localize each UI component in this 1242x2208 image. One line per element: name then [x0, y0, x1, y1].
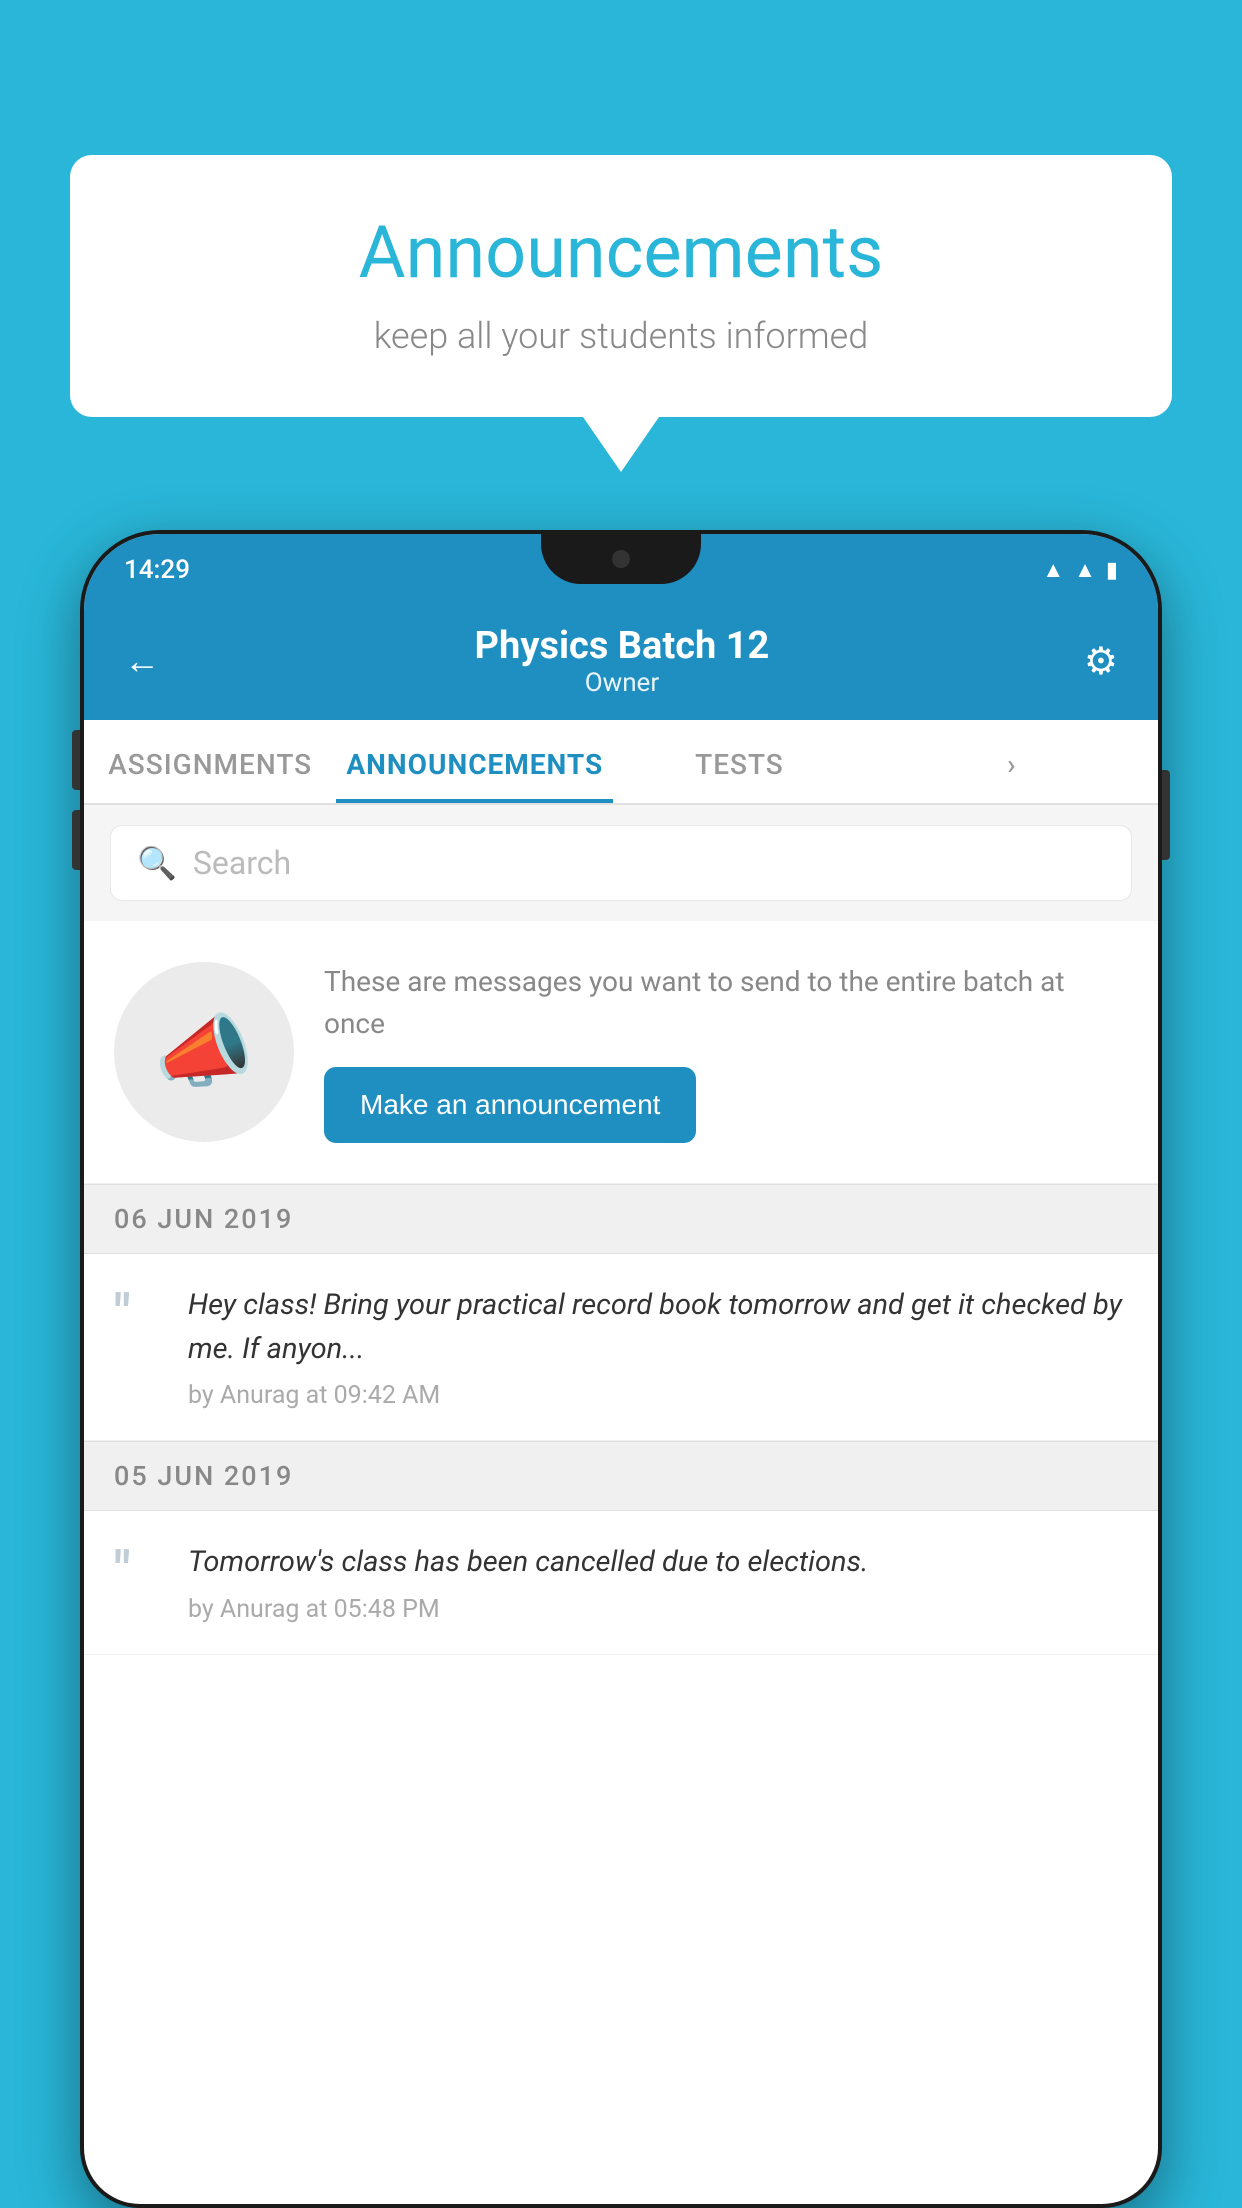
tab-more[interactable]: ›	[866, 720, 1158, 803]
status-icons: ▲ ▲ ▮	[1042, 557, 1118, 583]
search-container: 🔍 Search	[84, 805, 1158, 921]
announcement-description: These are messages you want to send to t…	[324, 961, 1128, 1045]
announcement-message-2: Tomorrow's class has been cancelled due …	[188, 1541, 868, 1585]
status-bar: 14:29 ▲ ▲ ▮	[84, 534, 1158, 606]
announcement-content-2: Tomorrow's class has been cancelled due …	[188, 1541, 868, 1624]
back-button[interactable]: ←	[124, 640, 160, 682]
announcement-content-1: Hey class! Bring your practical record b…	[188, 1284, 1128, 1410]
announcement-prompt: 📣 These are messages you want to send to…	[84, 921, 1158, 1184]
volume-up-button[interactable]	[72, 730, 80, 790]
speech-bubble-tail	[583, 417, 659, 472]
status-time: 14:29	[124, 555, 190, 585]
make-announcement-button[interactable]: Make an announcement	[324, 1067, 696, 1143]
announcement-meta-1: by Anurag at 09:42 AM	[188, 1381, 1128, 1410]
speech-bubble: Announcements keep all your students inf…	[70, 155, 1172, 417]
speech-bubble-title: Announcements	[130, 210, 1112, 295]
speech-bubble-container: Announcements keep all your students inf…	[70, 155, 1172, 472]
notch	[541, 534, 701, 584]
volume-down-button[interactable]	[72, 810, 80, 870]
app-header: ← Physics Batch 12 Owner ⚙	[84, 606, 1158, 720]
signal-icon: ▲	[1074, 557, 1096, 583]
quote-icon-2: "	[114, 1545, 164, 1597]
megaphone-icon: 📣	[154, 1005, 254, 1099]
megaphone-circle: 📣	[114, 962, 294, 1142]
quote-icon-1: "	[114, 1288, 164, 1340]
announcement-meta-2: by Anurag at 05:48 PM	[188, 1595, 868, 1624]
tab-tests[interactable]: TESTS	[613, 720, 865, 803]
tab-assignments[interactable]: ASSIGNMENTS	[84, 720, 336, 803]
power-button[interactable]	[1162, 770, 1170, 860]
search-box[interactable]: 🔍 Search	[110, 825, 1132, 901]
header-title-group: Physics Batch 12 Owner	[475, 624, 770, 698]
search-icon: 🔍	[137, 844, 177, 882]
phone-frame: 14:29 ▲ ▲ ▮ ← Physics Batch 12 Owner ⚙ A…	[80, 530, 1162, 2208]
settings-icon[interactable]: ⚙	[1084, 639, 1118, 684]
tabs-bar: ASSIGNMENTS ANNOUNCEMENTS TESTS ›	[84, 720, 1158, 805]
battery-icon: ▮	[1106, 558, 1118, 583]
wifi-icon: ▲	[1042, 557, 1064, 583]
announcement-item-2: " Tomorrow's class has been cancelled du…	[84, 1511, 1158, 1655]
announcement-text-group: These are messages you want to send to t…	[324, 961, 1128, 1143]
announcement-message-1: Hey class! Bring your practical record b…	[188, 1284, 1128, 1371]
tab-announcements[interactable]: ANNOUNCEMENTS	[336, 720, 613, 803]
date-separator-1: 06 JUN 2019	[84, 1184, 1158, 1254]
camera	[612, 550, 630, 568]
batch-title: Physics Batch 12	[475, 624, 770, 668]
search-input[interactable]: Search	[193, 844, 291, 882]
date-separator-2: 05 JUN 2019	[84, 1441, 1158, 1511]
phone-screen: 14:29 ▲ ▲ ▮ ← Physics Batch 12 Owner ⚙ A…	[84, 534, 1158, 2204]
announcement-item-1: " Hey class! Bring your practical record…	[84, 1254, 1158, 1441]
speech-bubble-subtitle: keep all your students informed	[130, 315, 1112, 357]
batch-role: Owner	[475, 668, 770, 698]
